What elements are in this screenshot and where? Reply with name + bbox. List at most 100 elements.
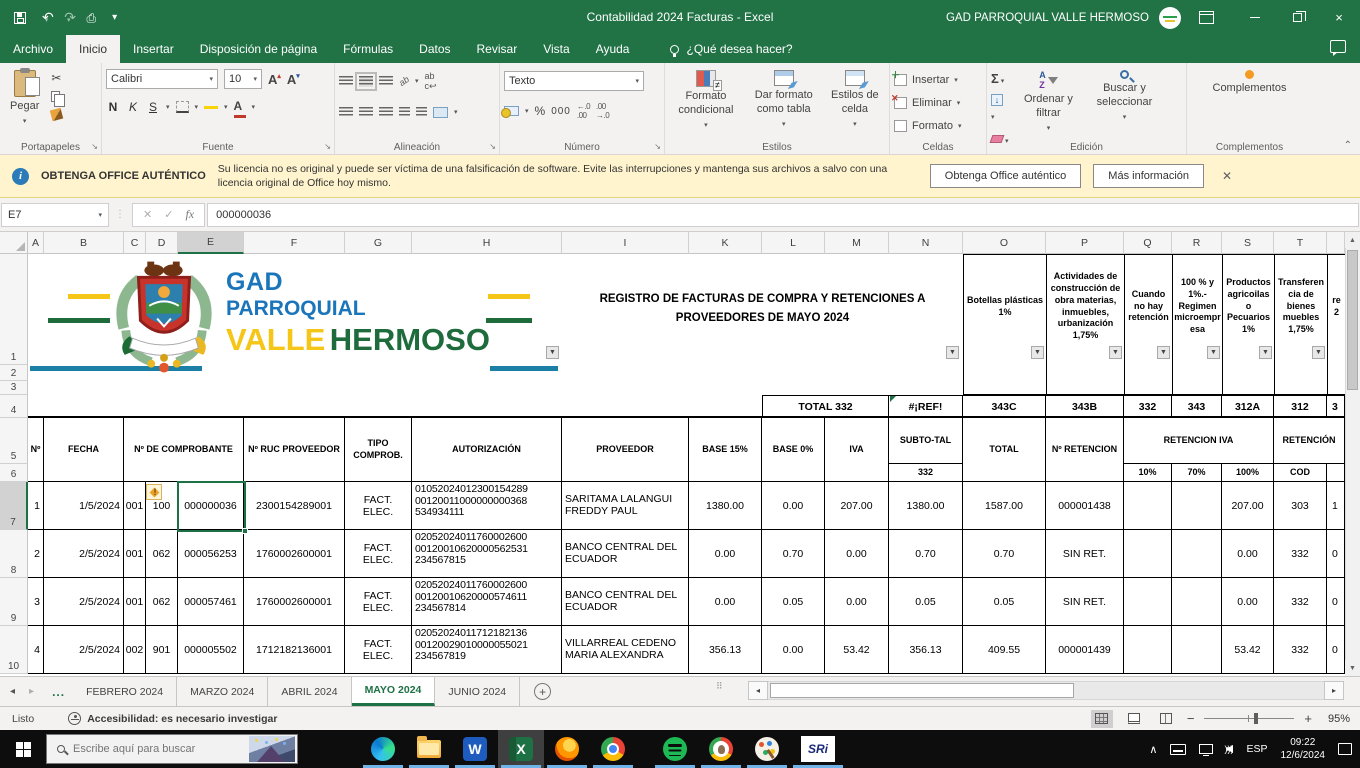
selected-cell-E7[interactable] — [177, 481, 246, 532]
horizontal-scrollbar[interactable]: ◂ ▸ — [748, 681, 1344, 700]
filter-arrow-h1-icon[interactable]: ▼ — [546, 346, 559, 359]
row-header-2[interactable]: 2 — [0, 365, 28, 381]
column-header-P[interactable]: P — [1046, 232, 1124, 254]
cell-M9[interactable]: 0.00 — [825, 578, 889, 626]
table-header-U6[interactable] — [1327, 464, 1345, 482]
error-options-icon[interactable] — [146, 484, 162, 500]
table-header-QRS[interactable]: RETENCION IVA — [1124, 418, 1274, 464]
column-header-M[interactable]: M — [825, 232, 889, 254]
column-header-F[interactable]: F — [244, 232, 345, 254]
column-header-G[interactable]: G — [345, 232, 412, 254]
cell-D9[interactable]: 062 — [146, 578, 178, 626]
cell-D10[interactable]: 901 — [146, 626, 178, 674]
volume-icon[interactable]: ))) — [1224, 744, 1234, 754]
cell-H10[interactable]: 02052024011712182136 0012002901000005502… — [412, 626, 562, 674]
cell-Q10[interactable] — [1124, 626, 1172, 674]
cell-H8[interactable]: 02052024011760002600 0012001062000056253… — [412, 530, 562, 578]
cell-O8[interactable]: 0.70 — [963, 530, 1046, 578]
select-all-corner[interactable] — [0, 232, 28, 254]
table-header-T6[interactable]: COD — [1274, 464, 1327, 482]
search-input[interactable] — [73, 743, 223, 755]
column-header-R[interactable]: R — [1172, 232, 1222, 254]
vscroll-down-icon[interactable]: ▼ — [1345, 660, 1360, 676]
cell-C8[interactable]: 001 — [124, 530, 146, 578]
column-header-T[interactable]: T — [1274, 232, 1327, 254]
cell-T4[interactable]: 312 — [1274, 395, 1327, 418]
cell-K8[interactable]: 0.00 — [689, 530, 762, 578]
cell-Q9[interactable] — [1124, 578, 1172, 626]
zoom-out-button[interactable]: − — [1187, 711, 1195, 726]
cell-H7[interactable]: 01052024012300154289 0012001100000000036… — [412, 482, 562, 530]
start-button[interactable] — [0, 730, 46, 768]
filter-arrow-R-icon[interactable]: ▼ — [1207, 346, 1220, 359]
taskbar-search[interactable] — [46, 734, 298, 764]
cell-N8[interactable]: 0.70 — [889, 530, 963, 578]
taskbar-chrome-profile-icon[interactable] — [698, 730, 744, 768]
sheet-tab-junio-2024[interactable]: JUNIO 2024 — [435, 677, 521, 706]
taskbar-excel-icon[interactable]: X — [498, 730, 544, 768]
table-header-Q6[interactable]: 10% — [1124, 464, 1172, 482]
cell-M8[interactable]: 0.00 — [825, 530, 889, 578]
cell-A10[interactable]: 4 — [28, 626, 44, 674]
cell-G8[interactable]: FACT. ELEC. — [345, 530, 412, 578]
language-indicator[interactable]: ESP — [1246, 743, 1267, 755]
filter-arrow-P-icon[interactable]: ▼ — [1109, 346, 1122, 359]
column-header-D[interactable]: D — [146, 232, 178, 254]
cell-B10[interactable]: 2/5/2024 — [44, 626, 124, 674]
sheet-tab-mayo-2024[interactable]: MAYO 2024 — [351, 677, 436, 706]
cell-S4[interactable]: 312A — [1222, 395, 1274, 418]
column-header-B[interactable]: B — [44, 232, 124, 254]
taskbar-clock[interactable]: 09:22 12/6/2024 — [1281, 736, 1326, 762]
column-header-L[interactable]: L — [762, 232, 825, 254]
cell-N7[interactable]: 1380.00 — [889, 482, 963, 530]
cell-N9[interactable]: 0.05 — [889, 578, 963, 626]
table-header-R6[interactable]: 70% — [1172, 464, 1222, 482]
cell-U4[interactable]: 3 — [1327, 395, 1345, 418]
cell-U9[interactable]: 0 — [1327, 578, 1345, 626]
column-header-E[interactable]: E — [178, 232, 244, 254]
column-header-K[interactable]: K — [689, 232, 762, 254]
taskbar-edge-icon[interactable] — [360, 730, 406, 768]
taskbar-explorer-icon[interactable] — [406, 730, 452, 768]
hscroll-left-icon[interactable]: ◂ — [748, 681, 768, 700]
zoom-slider-thumb[interactable] — [1254, 713, 1259, 724]
cell-S9[interactable]: 0.00 — [1222, 578, 1274, 626]
row-header-9[interactable]: 9 — [0, 578, 28, 626]
cell-E8[interactable]: 000056253 — [178, 530, 244, 578]
filter-arrow-title-icon[interactable]: ▼ — [946, 346, 959, 359]
cell-C10[interactable]: 002 — [124, 626, 146, 674]
cell-M10[interactable]: 53.42 — [825, 626, 889, 674]
sheet-nav-left-icon[interactable]: ◂ — [10, 686, 15, 697]
cell-U7[interactable]: 1 — [1327, 482, 1345, 530]
sheet-tab-febrero-2024[interactable]: FEBRERO 2024 — [73, 677, 178, 706]
new-sheet-button[interactable]: + — [534, 683, 552, 700]
cell-G9[interactable]: FACT. ELEC. — [345, 578, 412, 626]
column-header-H[interactable]: H — [412, 232, 562, 254]
cell-F7[interactable]: 2300154289001 — [244, 482, 345, 530]
cell-S8[interactable]: 0.00 — [1222, 530, 1274, 578]
selection-fill-handle[interactable] — [242, 528, 248, 534]
filter-header-R[interactable]: 100 % y 1%.- Regimen microempresa — [1172, 254, 1223, 395]
cell-I9[interactable]: BANCO CENTRAL DEL ECUADOR — [562, 578, 689, 626]
row-header-8[interactable]: 8 — [0, 530, 28, 578]
cell-R8[interactable] — [1172, 530, 1222, 578]
zoom-in-button[interactable]: + — [1304, 711, 1312, 726]
cell-K10[interactable]: 356.13 — [689, 626, 762, 674]
row-header-3[interactable]: 3 — [0, 381, 28, 395]
cell-L10[interactable]: 0.00 — [762, 626, 825, 674]
column-header-N[interactable]: N — [889, 232, 963, 254]
cell-F8[interactable]: 1760002600001 — [244, 530, 345, 578]
tab-splitter-handle[interactable]: ⠿ — [716, 682, 724, 691]
cell-K7[interactable]: 1380.00 — [689, 482, 762, 530]
cell-P10[interactable]: 000001439 — [1046, 626, 1124, 674]
taskbar-paint-icon[interactable] — [744, 730, 790, 768]
accessibility-status[interactable]: Accesibilidad: es necesario investigar — [68, 712, 277, 725]
cell-O9[interactable]: 0.05 — [963, 578, 1046, 626]
cell-A9[interactable]: 3 — [28, 578, 44, 626]
zoom-slider[interactable] — [1204, 713, 1295, 724]
sheet-nav-right-icon[interactable]: ▸ — [29, 686, 34, 697]
vscroll-thumb[interactable] — [1347, 250, 1358, 390]
column-header-C[interactable]: C — [124, 232, 146, 254]
column-header-O[interactable]: O — [963, 232, 1046, 254]
taskbar-chrome-icon[interactable] — [590, 730, 636, 768]
